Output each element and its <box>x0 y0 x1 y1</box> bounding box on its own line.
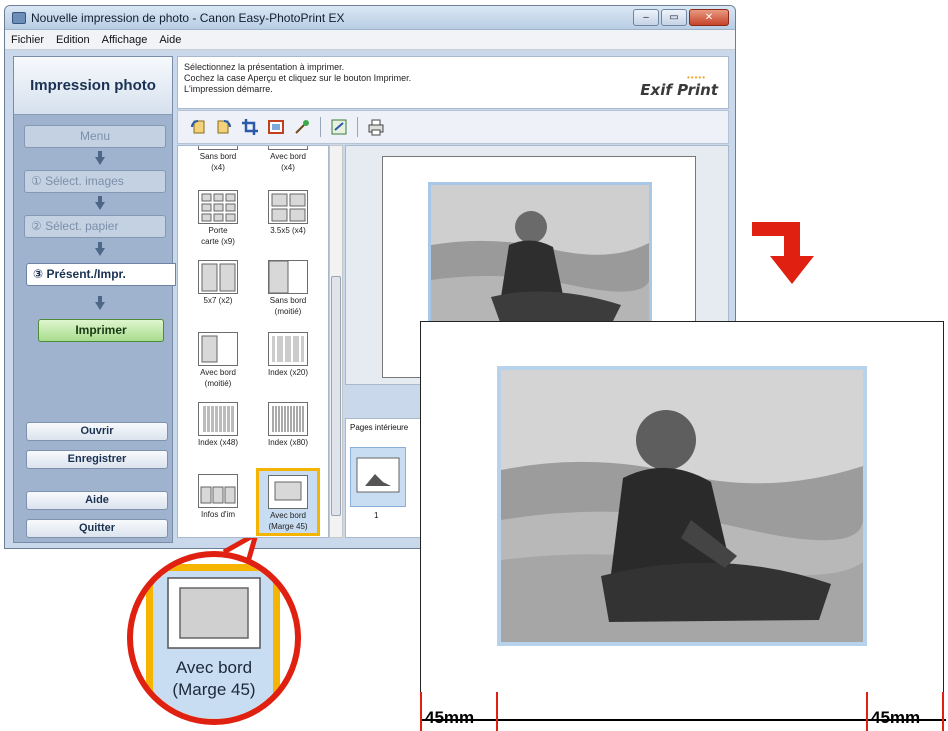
app-icon <box>12 12 26 24</box>
step-layout-print[interactable]: ③ Présent./Impr. <box>26 263 176 286</box>
layout-3-5x5-4[interactable]: 3.5x5 (x4) <box>258 190 318 235</box>
menu-aide[interactable]: Aide <box>159 34 181 46</box>
arrow-down-icon <box>95 196 105 210</box>
close-button[interactable]: ✕ <box>689 9 729 26</box>
instruction-line: L'impression démarre. <box>184 84 273 94</box>
instruction-line: Cochez la case Aperçu et cliquez sur le … <box>184 73 412 83</box>
layout-bordered-4[interactable]: Avec bord (x4) <box>258 146 318 172</box>
pages-tab[interactable]: Pages intérieure <box>350 423 408 432</box>
layout-borderless-4[interactable]: Sans bord (x4) <box>188 146 248 172</box>
instructions-panel: Sélectionnez la présentation à imprimer.… <box>177 56 729 109</box>
rotate-left-icon[interactable] <box>188 117 208 137</box>
preview-photo <box>428 182 652 332</box>
zoomed-photo <box>497 366 867 646</box>
layout-list: Sans bord (x4) Avec bord (x4) Porte cart… <box>177 145 329 538</box>
callout-label-line2: (Marge 45) <box>172 680 256 699</box>
save-button[interactable]: Enregistrer <box>26 450 168 469</box>
layout-index-20[interactable]: Index (x20) <box>258 332 318 377</box>
callout-label-line1: Avec bord <box>175 658 253 677</box>
instruction-line: Sélectionnez la présentation à imprimer. <box>184 62 345 72</box>
exif-print-logo: Exif Print <box>640 81 718 99</box>
effects-icon[interactable] <box>292 117 312 137</box>
arrow-down-icon <box>95 242 105 256</box>
layout-index-48[interactable]: Index (x48) <box>188 402 248 447</box>
menu-affichage[interactable]: Affichage <box>102 34 148 46</box>
help-button[interactable]: Aide <box>26 491 168 510</box>
title-bar: Nouvelle impression de photo - Canon Eas… <box>5 6 735 30</box>
frame-icon[interactable] <box>266 117 286 137</box>
layout-borderless-half[interactable]: Sans bord (moitié) <box>258 260 318 316</box>
rotate-right-icon[interactable] <box>214 117 234 137</box>
right-margin-label: 45mm <box>871 708 921 727</box>
open-button[interactable]: Ouvrir <box>26 422 168 441</box>
maximize-button[interactable]: ▭ <box>661 9 687 26</box>
toolbar-separator <box>357 117 358 137</box>
menu-fichier[interactable]: Fichier <box>11 34 44 46</box>
page-number: 1 <box>374 511 379 520</box>
menu-bar: Fichier Edition Affichage Aide <box>5 30 735 50</box>
layout-card-9[interactable]: Porte carte (x9) <box>188 190 248 246</box>
scrollbar-thumb[interactable] <box>331 276 341 516</box>
menu-edition[interactable]: Edition <box>56 34 90 46</box>
layout-bordered-half[interactable]: Avec bord (moitié) <box>188 332 248 388</box>
layout-scrollbar[interactable] <box>329 145 343 538</box>
layout-image-info[interactable]: Infos d'im <box>188 474 248 519</box>
sidebar-title: Impression photo <box>14 57 172 115</box>
step-menu[interactable]: Menu <box>24 125 166 148</box>
window-title: Nouvelle impression de photo - Canon Eas… <box>31 11 345 25</box>
layout-bordered-margin-45-selected[interactable]: Avec bord (Marge 45) <box>256 468 320 536</box>
margin-dimension <box>420 692 946 731</box>
layout-index-80[interactable]: Index (x80) <box>258 402 318 447</box>
text-icon[interactable] <box>329 117 349 137</box>
arrow-down-icon <box>95 296 105 310</box>
toolbar-separator <box>320 117 321 137</box>
left-margin-label: 45mm <box>425 708 475 727</box>
red-arrow-icon <box>752 222 814 284</box>
stage: Nouvelle impression de photo - Canon Eas… <box>0 0 948 731</box>
layout-5x7-2[interactable]: 5x7 (x2) <box>188 260 248 305</box>
quit-button[interactable]: Quitter <box>26 519 168 538</box>
step-select-images[interactable]: ① Sélect. images <box>24 170 166 193</box>
crop-icon[interactable] <box>240 117 260 137</box>
sidebar: Impression photo Menu ① Sélect. images ②… <box>13 56 176 543</box>
arrow-down-icon <box>95 151 105 165</box>
minimize-button[interactable]: – <box>633 9 659 26</box>
toolbar <box>177 110 729 144</box>
zoomed-preview: 45mm 45mm <box>420 321 946 731</box>
print-settings-icon[interactable] <box>366 117 386 137</box>
page-thumbnail[interactable] <box>350 447 406 507</box>
print-button[interactable]: Imprimer <box>38 319 164 342</box>
zoom-callout: Avec bord (Marge 45) <box>124 538 304 728</box>
step-select-paper[interactable]: ② Sélect. papier <box>24 215 166 238</box>
